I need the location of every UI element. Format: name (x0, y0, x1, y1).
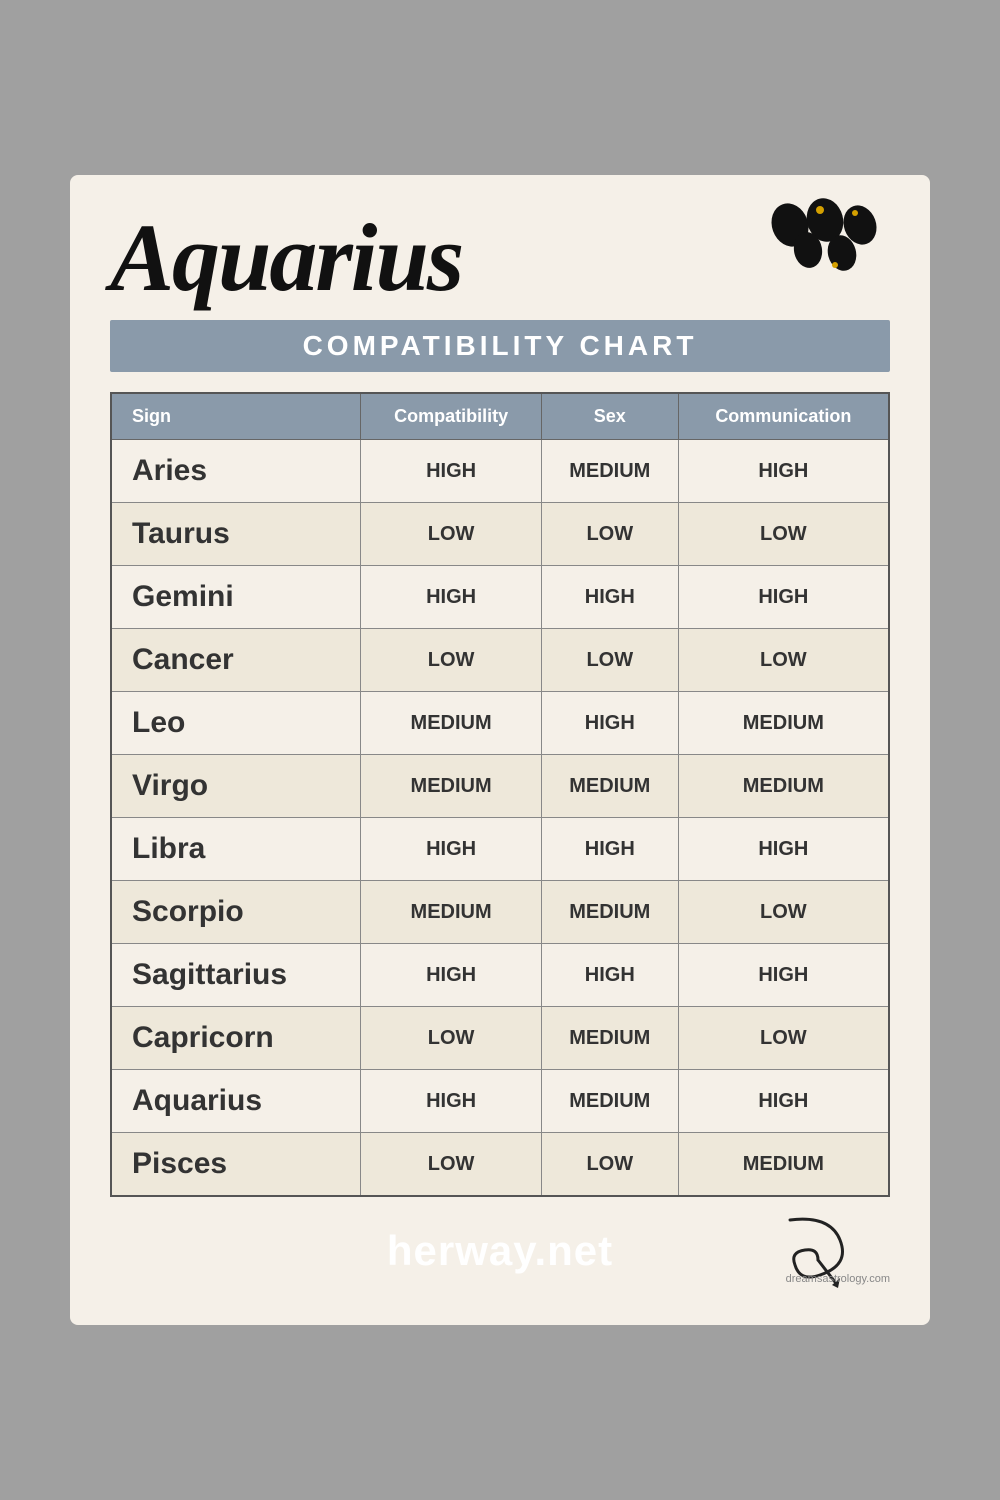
footer: herway.net dreamsastrology.com (110, 1227, 890, 1275)
table-header-row: Sign Compatibility Sex Communication (111, 393, 889, 440)
sex-cell: HIGH (541, 692, 678, 755)
sign-cell: Taurus (111, 503, 361, 566)
sex-cell: HIGH (541, 944, 678, 1007)
table-row: ScorpioMEDIUMMEDIUMLOW (111, 881, 889, 944)
compatibility-cell: MEDIUM (361, 692, 542, 755)
compatibility-table: Sign Compatibility Sex Communication Ari… (110, 392, 890, 1197)
sex-cell: HIGH (541, 818, 678, 881)
col-compatibility: Compatibility (361, 393, 542, 440)
table-row: VirgoMEDIUMMEDIUMMEDIUM (111, 755, 889, 818)
sex-cell: MEDIUM (541, 881, 678, 944)
sex-cell: LOW (541, 1133, 678, 1197)
communication-cell: LOW (678, 881, 889, 944)
compatibility-cell: HIGH (361, 944, 542, 1007)
compatibility-cell: HIGH (361, 818, 542, 881)
sex-cell: MEDIUM (541, 440, 678, 503)
compatibility-cell: HIGH (361, 1070, 542, 1133)
compatibility-cell: LOW (361, 1133, 542, 1197)
sex-cell: LOW (541, 629, 678, 692)
sign-cell: Aquarius (111, 1070, 361, 1133)
communication-cell: HIGH (678, 1070, 889, 1133)
table-row: AriesHIGHMEDIUMHIGH (111, 440, 889, 503)
sex-cell: LOW (541, 503, 678, 566)
col-sign: Sign (111, 393, 361, 440)
sign-cell: Pisces (111, 1133, 361, 1197)
col-sex: Sex (541, 393, 678, 440)
communication-cell: HIGH (678, 440, 889, 503)
page-title: Aquarius (110, 210, 462, 306)
table-row: SagittariusHIGHHIGHHIGH (111, 944, 889, 1007)
communication-cell: MEDIUM (678, 692, 889, 755)
sign-cell: Cancer (111, 629, 361, 692)
table-row: PiscesLOWLOWMEDIUM (111, 1133, 889, 1197)
compatibility-cell: LOW (361, 1007, 542, 1070)
col-communication: Communication (678, 393, 889, 440)
sign-cell: Aries (111, 440, 361, 503)
aquarius-symbol-image (760, 195, 890, 310)
main-card: Aquarius COMPATIBILITY CHART (70, 175, 930, 1325)
sign-cell: Sagittarius (111, 944, 361, 1007)
compatibility-cell: LOW (361, 503, 542, 566)
compatibility-cell: HIGH (361, 440, 542, 503)
table-row: CapricornLOWMEDIUMLOW (111, 1007, 889, 1070)
compatibility-cell: LOW (361, 629, 542, 692)
table-row: LeoMEDIUMHIGHMEDIUM (111, 692, 889, 755)
communication-cell: LOW (678, 1007, 889, 1070)
compatibility-cell: HIGH (361, 566, 542, 629)
communication-cell: LOW (678, 629, 889, 692)
footer-attribution: dreamsastrology.com (786, 1273, 890, 1285)
sign-cell: Gemini (111, 566, 361, 629)
sign-cell: Scorpio (111, 881, 361, 944)
communication-cell: MEDIUM (678, 1133, 889, 1197)
compatibility-cell: MEDIUM (361, 881, 542, 944)
communication-cell: LOW (678, 503, 889, 566)
table-row: GeminiHIGHHIGHHIGH (111, 566, 889, 629)
table-row: LibraHIGHHIGHHIGH (111, 818, 889, 881)
communication-cell: HIGH (678, 818, 889, 881)
sex-cell: MEDIUM (541, 1070, 678, 1133)
table-row: CancerLOWLOWLOW (111, 629, 889, 692)
subtitle-banner: COMPATIBILITY CHART (110, 320, 890, 372)
sex-cell: MEDIUM (541, 1007, 678, 1070)
sign-cell: Virgo (111, 755, 361, 818)
sign-cell: Leo (111, 692, 361, 755)
table-row: TaurusLOWLOWLOW (111, 503, 889, 566)
communication-cell: HIGH (678, 944, 889, 1007)
table-row: AquariusHIGHMEDIUMHIGH (111, 1070, 889, 1133)
compatibility-cell: MEDIUM (361, 755, 542, 818)
header: Aquarius (110, 205, 890, 310)
sign-cell: Libra (111, 818, 361, 881)
sex-cell: MEDIUM (541, 755, 678, 818)
communication-cell: HIGH (678, 566, 889, 629)
communication-cell: MEDIUM (678, 755, 889, 818)
sign-cell: Capricorn (111, 1007, 361, 1070)
sex-cell: HIGH (541, 566, 678, 629)
